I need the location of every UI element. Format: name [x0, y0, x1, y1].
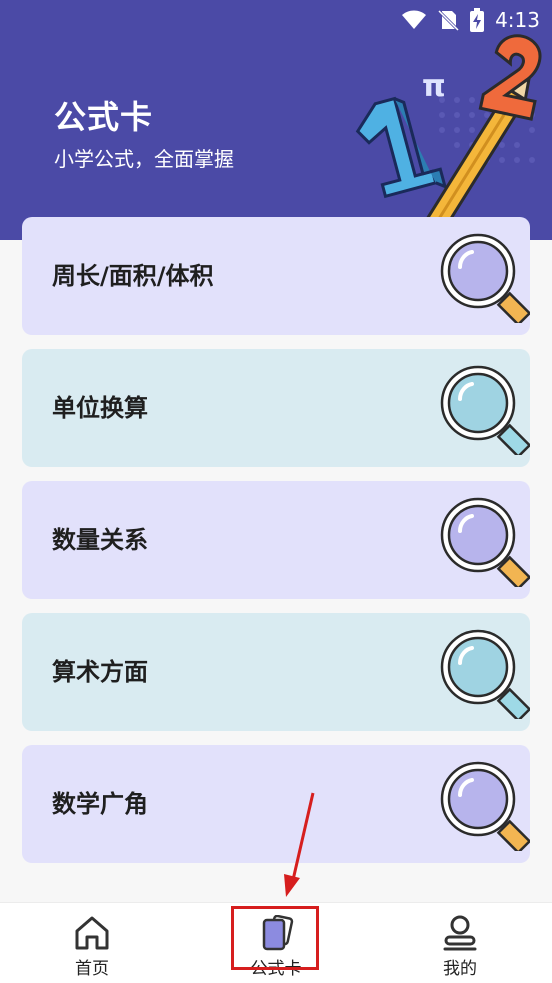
app-screen: π 4:13 公式卡 小学公式，全面掌握 周长/面积/体积 单位换算 数量关系 … [0, 0, 552, 983]
card-unit-conversion[interactable]: 单位换算 [22, 349, 530, 467]
card-perimeter-area-volume[interactable]: 周长/面积/体积 [22, 217, 530, 335]
status-bar: 4:13 [401, 6, 540, 34]
math-illustration: π [355, 34, 542, 238]
card-arithmetic[interactable]: 算术方面 [22, 613, 530, 731]
card-quantity-relations[interactable]: 数量关系 [22, 481, 530, 599]
nav-label: 我的 [443, 959, 477, 979]
header-banner: π 4:13 公式卡 小学公式，全面掌握 [0, 0, 552, 240]
svg-text:π: π [422, 69, 446, 104]
page-title: 公式卡 [54, 98, 154, 136]
magnifier-icon [440, 761, 530, 851]
no-sim-icon [438, 9, 460, 31]
nav-label: 首页 [75, 959, 109, 979]
highlight-box [231, 906, 319, 970]
card-label: 数学广角 [52, 790, 148, 818]
card-label: 数量关系 [52, 526, 148, 554]
user-icon [443, 915, 477, 951]
card-label: 单位换算 [52, 394, 148, 422]
magnifier-icon [440, 497, 530, 587]
nav-mine[interactable]: 我的 [390, 903, 530, 983]
magnifier-icon [440, 365, 530, 455]
page-subtitle: 小学公式，全面掌握 [54, 147, 234, 171]
magnifier-icon [440, 233, 530, 323]
magnifier-icon [440, 629, 530, 719]
battery-charging-icon [470, 8, 485, 32]
card-label: 周长/面积/体积 [52, 262, 214, 290]
status-time: 4:13 [495, 8, 540, 32]
card-math-wide-angle[interactable]: 数学广角 [22, 745, 530, 863]
home-icon [75, 916, 109, 950]
nav-home[interactable]: 首页 [22, 903, 162, 983]
wifi-icon [402, 10, 427, 29]
card-label: 算术方面 [52, 658, 148, 686]
